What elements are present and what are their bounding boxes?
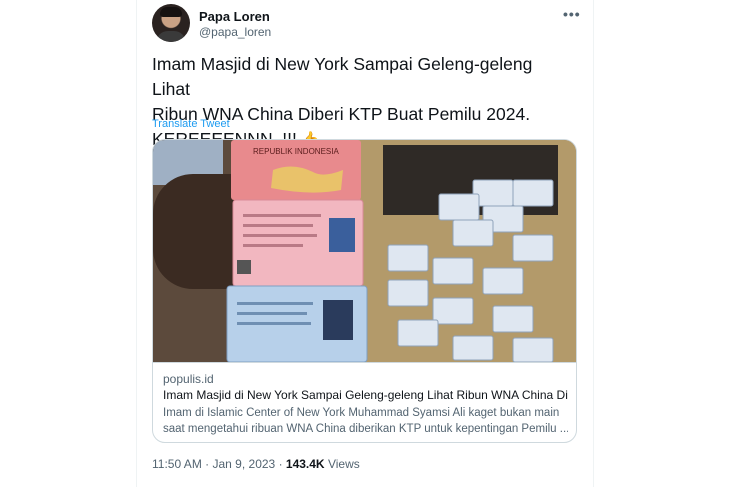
id-card-text-line [237,312,307,315]
id-card-text-line [243,244,303,247]
views-label: Views [327,457,360,471]
card-desc-line: saat mengetahui ribuan WNA China diberik… [163,423,568,435]
avatar-hair [160,7,182,17]
timeline-border-left [136,0,137,487]
card-image[interactable]: REPUBLIK INDONESIA [153,140,576,362]
id-card-blue-photo [323,300,353,340]
id-card-text-line [237,302,313,305]
tweet-meta: 11:50 AM · Jan 9, 2023 · 143.4K Views [152,457,360,471]
card-title[interactable]: Imam Masjid di New York Sampai Geleng-ge… [163,388,568,402]
id-card-photo [329,218,355,252]
more-options-icon[interactable]: ••• [563,6,581,22]
id-card-header-text: REPUBLIK INDONESIA [253,147,339,156]
meta-separator: · [278,457,283,471]
avatar-shirt [156,31,186,42]
translate-tweet-link[interactable]: Translate Tweet [152,118,230,130]
card-description: Imam di Islamic Center of New York Muham… [163,405,568,437]
card-domain: populis.id [163,372,214,386]
link-preview-card[interactable]: REPUBLIK INDONESIA populis.id Imam Masji… [152,139,577,443]
id-card-text-line [237,322,311,325]
tweet-text-line: Imam Masjid di New York Sampai Geleng-ge… [152,54,533,99]
card-body[interactable]: populis.id Imam Masjid di New York Sampa… [153,362,576,442]
tweet-date[interactable]: Jan 9, 2023 [213,457,276,471]
card-desc-line: Imam di Islamic Center of New York Muham… [163,407,560,419]
id-card-text-line [243,224,313,227]
timeline-border-right [593,0,594,487]
id-card-qr [237,260,251,274]
avatar[interactable] [152,4,190,42]
author-handle[interactable]: @papa_loren [199,25,271,39]
tweet-time[interactable]: 11:50 AM [152,457,202,471]
author-name[interactable]: Papa Loren [199,9,270,24]
id-card-text-line [243,214,321,217]
id-card-text-line [243,234,317,237]
tweet-text: Imam Masjid di New York Sampai Geleng-ge… [152,52,572,153]
views-count[interactable]: 143.4K [286,457,325,471]
meta-separator: · [205,457,210,471]
